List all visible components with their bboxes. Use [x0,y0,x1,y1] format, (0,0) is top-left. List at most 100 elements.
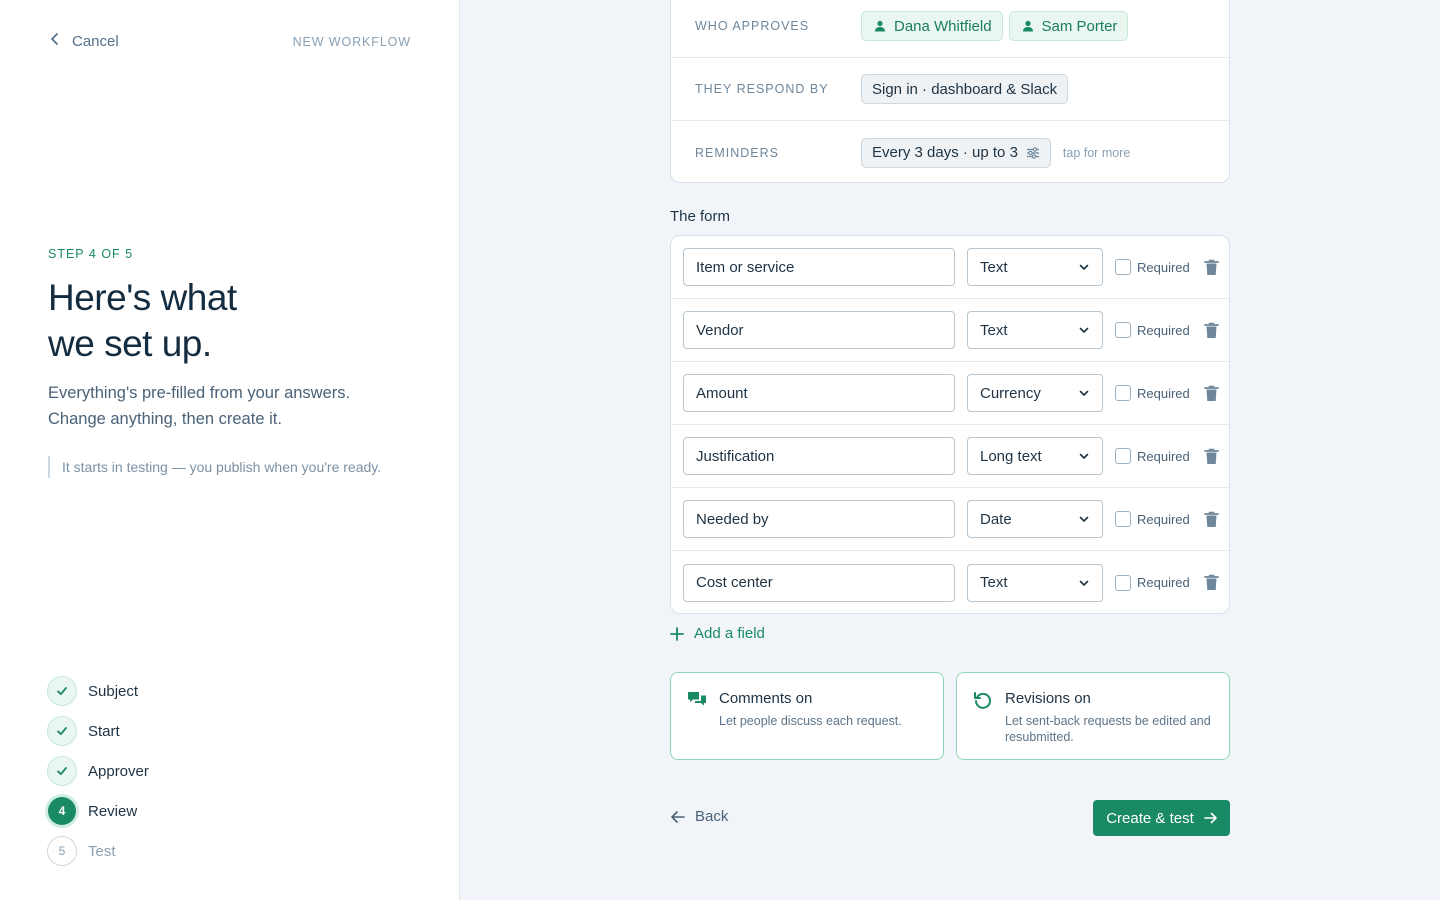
comments-option-card[interactable]: Comments on Let people discuss each requ… [670,672,944,760]
description-line-2: Change anything, then create it. [48,410,282,428]
required-label: Required [1137,448,1190,464]
reminders-label: REMINDERS [695,145,780,160]
revisions-option-text: Revisions on Let sent-back requests be e… [1005,689,1213,759]
field-type-select[interactable]: Currency [967,374,1103,412]
page-description: Everything's pre-filled from your answer… [48,380,408,432]
comments-icon [688,692,706,706]
delete-field-button[interactable] [1204,447,1220,465]
respond-row: THEY RESPOND BY Sign in · dashboard & Sl… [671,58,1229,121]
field-name-input[interactable]: Justification [683,437,955,475]
field-name-input[interactable]: Needed by [683,500,955,538]
step-done-badge [47,716,77,746]
delete-field-button[interactable] [1204,510,1220,528]
arrow-left-icon [671,810,685,823]
required-toggle[interactable]: Required [1115,448,1190,464]
trash-icon [1204,448,1220,464]
revisions-option-desc: Let sent-back requests be edited and res… [1005,714,1211,744]
required-label: Required [1137,259,1190,275]
chevron-down-icon [1079,327,1089,333]
trash-icon [1204,385,1220,401]
delete-field-button[interactable] [1204,574,1220,592]
step-number-badge: 4 [48,797,76,825]
form-field-row: Amount Currency Required [671,362,1229,425]
field-type-select[interactable]: Long text [967,437,1103,475]
field-name-input[interactable]: Item or service [683,248,955,286]
sliders-icon [1026,146,1039,159]
form-field-row: Vendor Text Required [671,299,1229,362]
chevron-down-icon [1079,580,1089,586]
add-field-button[interactable]: Add a field [670,625,765,642]
reminders-chip[interactable]: Every 3 days · up to 3 [861,137,1051,168]
field-name-input[interactable]: Cost center [683,563,955,602]
comments-option-desc: Let people discuss each request. [719,714,902,728]
field-type-value: Currency [980,384,1041,402]
field-type-select[interactable]: Text [967,563,1103,602]
step-item-review[interactable]: 4 Review [47,791,149,831]
back-button[interactable]: Back [670,808,728,825]
form-fields-card: Item or service Text Required Vendor Tex… [670,235,1230,614]
field-type-select[interactable]: Text [967,311,1103,349]
page-title-line-1: Here's what [48,277,237,318]
approver-chip[interactable]: Sam Porter [1008,11,1129,41]
required-checkbox[interactable] [1115,385,1131,401]
approvers-row: WHO APPROVES Dana Whitfield Sam Porter [671,0,1229,58]
field-type-value: Text [980,574,1008,591]
trash-icon [1204,574,1220,590]
create-and-test-button[interactable]: Create & test [1093,800,1230,836]
create-label: Create & test [1106,809,1194,827]
chevron-down-icon [1079,390,1089,396]
step-item-test: 5 Test [47,831,149,871]
approver-name: Sam Porter [1041,17,1118,35]
page-title: Here's what we set up. [48,275,408,367]
field-name-input[interactable]: Vendor [683,311,955,349]
trash-icon [1204,322,1220,338]
field-type-select[interactable]: Date [967,500,1103,538]
comments-option-text: Comments on Let people discuss each requ… [719,689,902,759]
required-checkbox[interactable] [1115,574,1131,591]
respond-method-chip[interactable]: Sign in · dashboard & Slack [861,74,1069,104]
required-checkbox[interactable] [1115,511,1131,527]
step-list: Subject Start Approver 4 Review 5 Test [47,671,149,871]
required-label: Required [1137,322,1190,338]
step-label: Review [88,802,138,820]
required-checkbox[interactable] [1115,259,1131,275]
delete-field-button[interactable] [1204,258,1220,276]
cancel-button[interactable]: Cancel [48,32,119,50]
delete-field-button[interactable] [1204,384,1220,402]
back-label: Back [695,808,729,825]
step-item-approver[interactable]: Approver [47,751,149,791]
check-icon [57,687,67,695]
step-label: Subject [88,682,139,700]
form-field-row: Needed by Date Required [671,488,1229,551]
field-type-select[interactable]: Text [967,248,1103,286]
approval-settings-card: WHO APPROVES Dana Whitfield Sam Porter T… [670,0,1230,183]
field-name-input[interactable]: Amount [683,374,955,412]
respond-label: THEY RESPOND BY [695,82,829,96]
required-toggle[interactable]: Required [1115,574,1190,591]
check-icon [57,767,67,775]
step-label: Start [88,722,120,740]
field-type-value: Date [980,510,1012,528]
plus-icon [670,626,684,641]
approver-name: Dana Whitfield [894,17,992,35]
required-checkbox[interactable] [1115,448,1131,464]
required-toggle[interactable]: Required [1115,322,1190,338]
required-toggle[interactable]: Required [1115,385,1190,401]
page-title-line-2: we set up. [48,323,212,364]
field-type-value: Text [980,258,1008,276]
description-line-1: Everything's pre-filled from your answer… [48,384,351,402]
revisions-option-card[interactable]: Revisions on Let sent-back requests be e… [956,672,1230,760]
trash-icon [1204,259,1220,275]
required-label: Required [1137,575,1190,590]
revisions-option-title: Revisions on [1005,690,1091,707]
delete-field-button[interactable] [1204,321,1220,339]
cancel-label: Cancel [72,32,119,50]
approver-chip[interactable]: Dana Whitfield [861,11,1003,41]
step-item-subject[interactable]: Subject [47,671,149,711]
step-item-start[interactable]: Start [47,711,149,751]
required-toggle[interactable]: Required [1115,259,1190,275]
reminders-row: REMINDERS Every 3 days · up to 3 tap for… [671,121,1229,184]
main-content: WHO APPROVES Dana Whitfield Sam Porter T… [461,0,1440,900]
required-checkbox[interactable] [1115,322,1131,338]
required-toggle[interactable]: Required [1115,511,1190,527]
